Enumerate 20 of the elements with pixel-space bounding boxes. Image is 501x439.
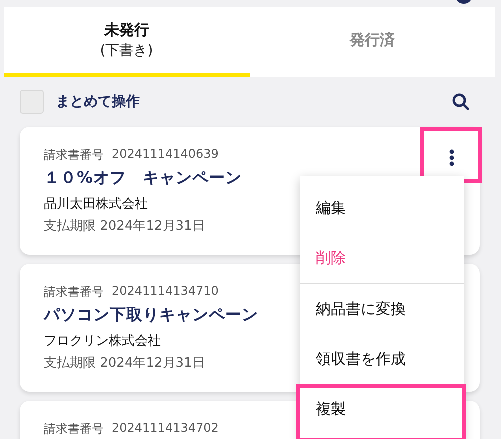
client-name: フロクリン株式会社: [44, 333, 161, 350]
more-icon[interactable]: [449, 149, 455, 167]
invoice-number: 20241114140639: [112, 147, 219, 163]
invoice-title: １０%オフ キャンペーン: [44, 168, 242, 189]
client-name: 品川太田株式会社: [44, 196, 148, 213]
due-date: 支払期限 2024年12月31日: [44, 355, 206, 372]
search-icon[interactable]: [452, 93, 470, 111]
invoice-number-label: 請求書番号: [44, 421, 104, 438]
bulk-action-label: まとめて操作: [56, 93, 141, 111]
invoice-number-label: 請求書番号: [44, 284, 104, 301]
checkbox[interactable]: [20, 90, 44, 114]
invoice-number: 20241114134710: [112, 284, 219, 300]
menu-item[interactable]: 複製: [296, 384, 466, 439]
menu-item[interactable]: 納品書に変換: [300, 284, 464, 334]
due-date: 支払期限 2024年12月31日: [44, 218, 206, 235]
menu-item[interactable]: 編集: [300, 183, 464, 233]
invoice-number-label: 請求書番号: [44, 147, 104, 164]
menu-item[interactable]: 領収書を作成: [300, 334, 464, 384]
invoice-number: 20241114134702: [112, 421, 219, 437]
invoice-title: パソコン下取りキャンペーン: [44, 305, 258, 326]
